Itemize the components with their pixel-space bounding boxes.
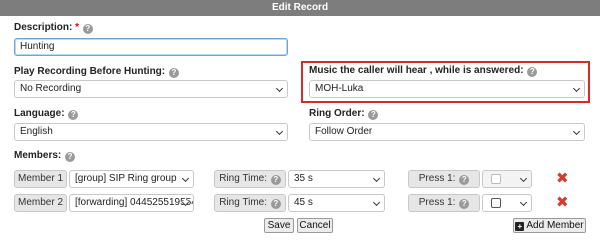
press1-box [482, 194, 532, 212]
delete-icon[interactable]: ✖ [556, 171, 569, 186]
play-recording-select[interactable]: No Recording [14, 80, 288, 98]
press1-label-text: Press 1: [418, 173, 456, 184]
help-icon[interactable]: ? [68, 110, 79, 120]
press1-label: Press 1: ? [408, 194, 480, 212]
play-recording-label-text: Play Recording Before Hunting: [14, 66, 166, 77]
play-recording-label: Play Recording Before Hunting: ? [14, 66, 179, 78]
ring-order-label: Ring Order: ? [309, 108, 379, 120]
help-icon[interactable]: ? [270, 199, 281, 209]
member-target-select[interactable]: [group] SIP Ring group [69, 170, 194, 188]
plus-icon: + [515, 222, 525, 231]
required-marker: * [75, 22, 80, 33]
help-icon[interactable]: ? [459, 199, 470, 209]
member-target-select[interactable]: [forwarding] 044525519554 [69, 194, 194, 212]
member-name: Member 1 [14, 170, 67, 188]
members-label: Members: ? [14, 150, 76, 162]
description-label-text: Description: [14, 22, 73, 33]
language-label: Language: ? [14, 108, 79, 120]
add-member-button[interactable]: + Add Member [513, 218, 586, 233]
ring-time-label-text: Ring Time: [219, 197, 267, 208]
language-label-text: Language: [14, 108, 65, 119]
music-label: Music the caller will hear , while is an… [309, 65, 538, 77]
ring-time-label: Ring Time: ? [214, 194, 286, 212]
description-label: Description: * ? [14, 22, 93, 34]
dialog-title: Edit Record [0, 0, 600, 16]
ring-time-select[interactable]: 35 s [288, 170, 385, 188]
ring-time-label: Ring Time: ? [214, 170, 286, 188]
help-icon[interactable]: ? [168, 68, 179, 78]
language-select[interactable]: English [14, 123, 288, 141]
delete-icon[interactable]: ✖ [556, 195, 569, 210]
help-icon[interactable]: ? [65, 152, 76, 162]
members-label-text: Members: [14, 150, 62, 161]
ring-order-select[interactable]: Follow Order [309, 123, 585, 141]
press1-box [482, 170, 532, 188]
add-member-label: Add Member [526, 220, 584, 231]
music-select[interactable]: MOH-Luka [309, 80, 585, 98]
ring-time-select[interactable]: 45 s [288, 194, 385, 212]
ring-order-label-text: Ring Order: [309, 108, 365, 119]
ring-time-label-text: Ring Time: [219, 173, 267, 184]
press1-label-text: Press 1: [418, 197, 456, 208]
save-button[interactable]: Save [264, 218, 294, 233]
cancel-button[interactable]: Cancel [297, 218, 333, 233]
help-icon[interactable]: ? [82, 24, 93, 34]
help-icon[interactable]: ? [459, 175, 470, 185]
help-icon[interactable]: ? [270, 175, 281, 185]
description-input[interactable]: Hunting [14, 38, 288, 56]
music-label-text: Music the caller will hear , while is an… [309, 65, 524, 76]
help-icon[interactable]: ? [527, 67, 538, 77]
member-name: Member 2 [14, 194, 67, 212]
press1-checkbox[interactable] [491, 174, 501, 184]
press1-checkbox[interactable] [491, 198, 501, 208]
help-icon[interactable]: ? [368, 110, 379, 120]
press1-label: Press 1: ? [408, 170, 480, 188]
